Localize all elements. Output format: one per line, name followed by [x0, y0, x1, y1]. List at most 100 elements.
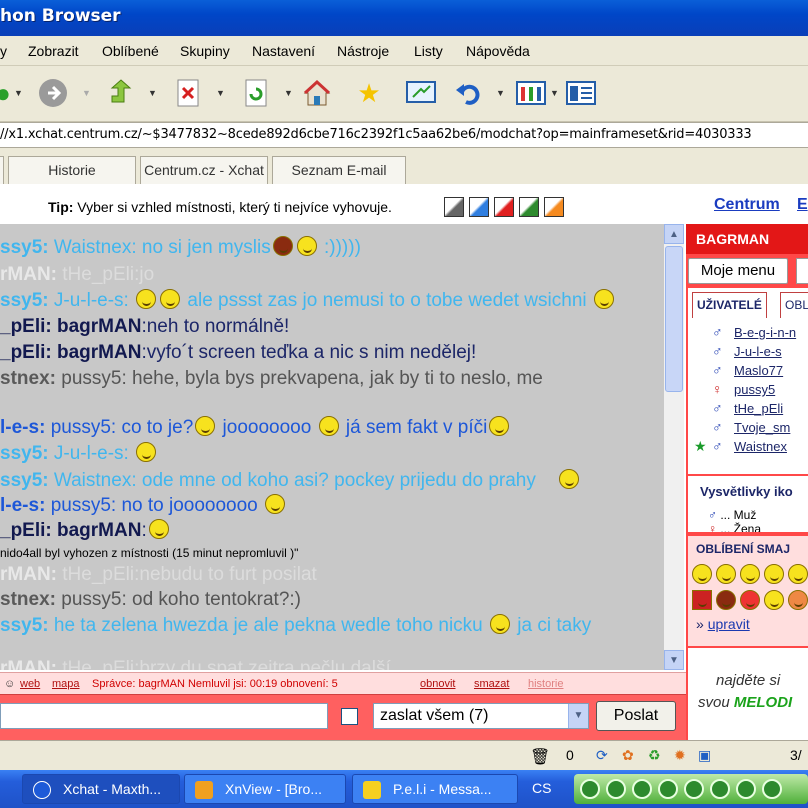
web-link[interactable]: web: [20, 678, 40, 690]
chevron-down-icon[interactable]: ▼: [216, 88, 225, 98]
taskbar-item-xnview[interactable]: XnView - [Bro...: [184, 774, 346, 804]
home-icon[interactable]: [300, 76, 334, 110]
tab-users[interactable]: UŽIVATELÉ: [692, 292, 767, 318]
theme-swatch-grey[interactable]: [444, 197, 464, 217]
tongue-smiley-icon[interactable]: [740, 590, 760, 610]
smiley-icon[interactable]: [788, 564, 808, 584]
clear-link[interactable]: smazat: [474, 678, 509, 690]
tab-seznam-email[interactable]: Seznam E-mail: [272, 156, 406, 184]
menu-item-help[interactable]: Nápověda: [466, 43, 530, 59]
menu-item-groups[interactable]: Skupiny: [180, 43, 230, 59]
winamp-icon[interactable]: [580, 779, 600, 799]
panel-button[interactable]: [796, 258, 808, 284]
theme-swatch-green[interactable]: [519, 197, 539, 217]
refresh-icon[interactable]: [240, 76, 274, 110]
chevron-down-icon[interactable]: ▼: [496, 88, 505, 98]
address-url[interactable]: //x1.xchat.centrum.cz/~$3477832~8cede892…: [0, 127, 752, 142]
edit-smileys-link[interactable]: » upravit: [696, 616, 750, 632]
chevron-down-icon[interactable]: ▼: [148, 88, 157, 98]
message-input-row: zaslat všem (7) ▼ Poslat: [0, 694, 686, 740]
theme-swatch-blue[interactable]: [469, 197, 489, 217]
smiley-icon[interactable]: [764, 564, 784, 584]
top-link-e[interactable]: E: [797, 196, 808, 214]
refresh-link[interactable]: obnovit: [420, 678, 455, 690]
chevron-down-icon[interactable]: ▼: [568, 704, 588, 728]
tab-historie[interactable]: Historie: [8, 156, 136, 184]
angry-smiley-icon[interactable]: [788, 590, 808, 610]
fast-forward-icon[interactable]: [762, 779, 782, 799]
sad-smiley-icon[interactable]: [764, 590, 784, 610]
sync-icon[interactable]: ⟳: [596, 747, 608, 764]
user-panel-header: BAGRMAN: [686, 224, 808, 254]
recipient-select[interactable]: zaslat všem (7) ▼: [373, 703, 589, 729]
pause-icon[interactable]: [658, 779, 678, 799]
next-icon[interactable]: [736, 779, 756, 799]
trash-icon[interactable]: 🗑: [530, 747, 550, 767]
my-menu-button[interactable]: Moje menu: [688, 258, 788, 284]
up-folder-icon[interactable]: [104, 76, 138, 110]
tab-xchat[interactable]: Centrum.cz - Xchat: [140, 156, 268, 184]
scroll-thumb[interactable]: [665, 246, 683, 392]
menu-item-favorites[interactable]: Oblíbené: [102, 43, 159, 59]
columns-icon[interactable]: [514, 76, 548, 110]
smiley-icon[interactable]: [716, 564, 736, 584]
user-row[interactable]: ♀ pussy5: [688, 381, 808, 399]
user-row[interactable]: ★ ♂ Waistnex: [688, 438, 808, 456]
list-icon[interactable]: [564, 76, 598, 110]
tools-icon[interactable]: ✿: [622, 747, 634, 764]
menu-item-lists[interactable]: Listy: [414, 43, 443, 59]
undo-icon[interactable]: [452, 76, 486, 110]
theme-swatch-orange[interactable]: [544, 197, 564, 217]
stop-icon[interactable]: [684, 779, 704, 799]
chat-scrollbar[interactable]: ▲ ▼: [664, 224, 684, 670]
forward-icon[interactable]: [36, 76, 70, 110]
icon-legend: Vysvětlivky iko ♂ ... Muž ♀ ... Žena: [688, 476, 808, 532]
map-link[interactable]: mapa: [52, 678, 80, 690]
send-button[interactable]: Poslat: [596, 701, 676, 731]
screen-icon[interactable]: [404, 76, 438, 110]
menu-item-view[interactable]: Zobrazit: [28, 43, 79, 59]
advert[interactable]: najděte si svou MELODI: [688, 648, 808, 740]
user-row[interactable]: ♂ Maslo77: [688, 362, 808, 380]
centrum-link[interactable]: Centrum: [714, 196, 780, 214]
theme-swatch-red[interactable]: [494, 197, 514, 217]
scroll-down-icon[interactable]: ▼: [664, 650, 684, 670]
tab-partial[interactable]: [0, 156, 4, 184]
chevron-down-icon[interactable]: ▼: [284, 88, 293, 98]
page-content: Tip: Vyber si vzhled místnosti, který ti…: [0, 184, 808, 740]
smiley-icon[interactable]: [692, 564, 712, 584]
rewind-icon[interactable]: [710, 779, 730, 799]
gear-icon[interactable]: ✹: [674, 747, 686, 764]
update-icon[interactable]: ♻: [648, 747, 661, 764]
chevron-down-icon[interactable]: ▼: [550, 88, 559, 98]
chat-message: l-e-s: pussy5: co to je? joooooooo já se…: [0, 416, 511, 439]
language-indicator[interactable]: CS: [532, 780, 551, 796]
user-row[interactable]: ♂ B-e-g-i-n-n: [688, 324, 808, 342]
menu-item-file[interactable]: y: [0, 43, 7, 59]
chat-message: stnex: pussy5: hehe, byla bys prekvapena…: [0, 368, 543, 389]
taskbar-item-messenger[interactable]: P.e.l.i - Messa...: [352, 774, 518, 804]
red-block-icon[interactable]: [692, 590, 712, 610]
previous-icon[interactable]: [606, 779, 626, 799]
user-row[interactable]: ♂ J-u-l-e-s: [688, 343, 808, 361]
history-link[interactable]: historie: [528, 678, 563, 690]
stop-icon[interactable]: [172, 76, 206, 110]
taskbar-item-xchat[interactable]: Xchat - Maxth...: [22, 774, 180, 804]
message-input[interactable]: [0, 703, 328, 729]
tab-favorites[interactable]: OBL: [780, 292, 808, 318]
menu-item-settings[interactable]: Nastavení: [252, 43, 315, 59]
play-icon[interactable]: [632, 779, 652, 799]
menu-item-tools[interactable]: Nástroje: [337, 43, 389, 59]
smiley-icon[interactable]: [740, 564, 760, 584]
user-row[interactable]: ♂ Tvoje_sm: [688, 419, 808, 437]
star-icon[interactable]: ★: [352, 76, 386, 110]
scroll-up-icon[interactable]: ▲: [664, 224, 684, 244]
window-icon[interactable]: ▣: [698, 747, 711, 764]
devil-smiley-icon[interactable]: [716, 590, 736, 610]
address-bar[interactable]: //x1.xchat.centrum.cz/~$3477832~8cede892…: [0, 122, 808, 148]
user-row[interactable]: ♂ tHe_pEli: [688, 400, 808, 418]
male-icon: ♂: [712, 400, 723, 416]
chevron-down-icon[interactable]: ▼: [14, 88, 23, 98]
room-status-text: Správce: bagrMAN Nemluvil jsi: 00:19 obn…: [92, 678, 338, 690]
whisper-checkbox[interactable]: [341, 708, 358, 725]
